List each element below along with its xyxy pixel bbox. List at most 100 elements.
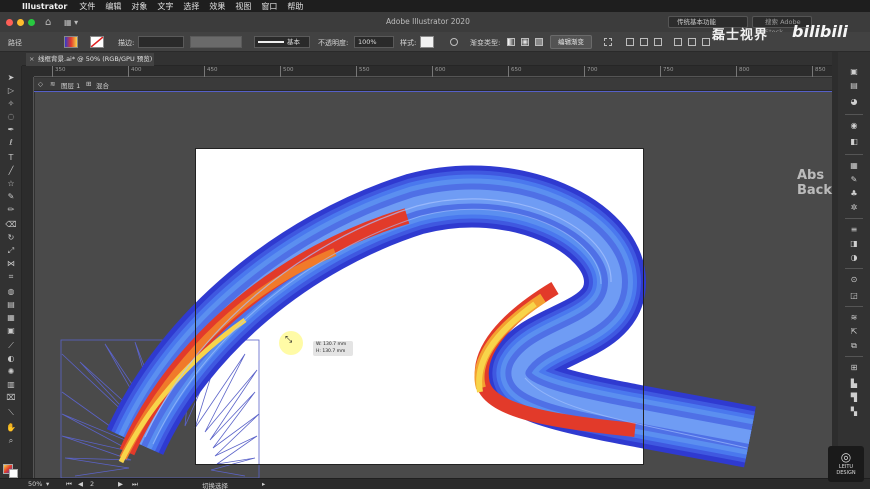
edit-gradient-button[interactable]: 编辑渐变 — [550, 35, 592, 49]
shape-builder-tool-icon[interactable]: ◍ — [5, 286, 17, 297]
stroke-color-icon[interactable] — [9, 469, 18, 478]
menu-select[interactable]: 选择 — [183, 1, 199, 12]
gradient-panel-icon[interactable]: ◧ — [848, 136, 860, 147]
blend-ribbon[interactable] — [106, 165, 756, 468]
scale-tool-icon[interactable]: ⤢ — [5, 245, 17, 256]
paragraph-panel-icon[interactable]: ▜ — [848, 392, 860, 403]
zoom-level[interactable]: 50% — [28, 480, 42, 488]
brushes-panel-icon[interactable]: ✎ — [848, 174, 860, 185]
align-to-icon[interactable] — [604, 38, 612, 46]
next-artboard-icon[interactable]: ▶ — [118, 480, 123, 488]
stroke-panel-icon[interactable]: ≡ — [848, 224, 860, 235]
menu-file[interactable]: 文件 — [79, 1, 95, 12]
line-tool-icon[interactable]: ╱ — [5, 165, 17, 176]
properties-panel-icon[interactable]: ▣ — [848, 66, 860, 77]
isolation-group-crumb[interactable]: 混合 — [96, 80, 109, 90]
paintbrush-tool-icon[interactable]: ✎ — [5, 191, 17, 202]
star-tool-icon[interactable]: ☆ — [5, 178, 17, 189]
slice-tool-icon[interactable]: ⟍ — [5, 407, 17, 418]
menu-effect[interactable]: 效果 — [209, 1, 225, 12]
swatches-panel-icon[interactable]: ▦ — [848, 160, 860, 171]
first-artboard-icon[interactable]: ⏮ — [66, 480, 72, 489]
curvature-tool-icon[interactable]: ℓ — [5, 137, 17, 148]
status-arrow-icon[interactable]: ▸ — [262, 480, 265, 488]
export-panel-icon[interactable]: ⇱ — [848, 326, 860, 337]
perspective-grid-tool-icon[interactable]: ▤ — [5, 299, 17, 310]
align-middle-icon[interactable] — [688, 38, 696, 46]
menu-help[interactable]: 帮助 — [287, 1, 303, 12]
artboard-tool-icon[interactable]: ⌧ — [5, 392, 17, 403]
prev-artboard-icon[interactable]: ◀ — [78, 480, 83, 488]
eraser-tool-icon[interactable]: ⌫ — [5, 219, 17, 230]
artboard-number[interactable]: 2 — [90, 480, 94, 488]
menu-window[interactable]: 窗口 — [261, 1, 277, 12]
status-text[interactable]: 切换选择 — [202, 480, 228, 489]
menu-edit[interactable]: 编辑 — [105, 1, 121, 12]
menu-view[interactable]: 视图 — [235, 1, 251, 12]
opentype-panel-icon[interactable]: ▚ — [848, 406, 860, 417]
back-arrow-icon[interactable]: ◇ — [38, 80, 43, 88]
character-panel-icon[interactable]: ▙ — [848, 378, 860, 389]
gradient-tool-icon[interactable]: ▣ — [5, 325, 17, 336]
graphic-style-swatch[interactable] — [420, 36, 434, 48]
hand-tool-icon[interactable]: ✋ — [5, 422, 17, 433]
last-artboard-icon[interactable]: ⏭ — [132, 480, 138, 489]
stroke-weight-field[interactable] — [138, 36, 184, 48]
lasso-tool-icon[interactable]: ◌ — [5, 111, 17, 122]
panel-dock-divider[interactable] — [832, 52, 838, 478]
selection-tool-icon[interactable]: ➤ — [5, 72, 17, 83]
graphic-styles-icon[interactable]: ✲ — [848, 202, 860, 213]
zoom-window-button[interactable] — [28, 18, 35, 26]
fill-stroke-indicator[interactable] — [3, 464, 19, 478]
layers-panel-icon[interactable]: ≋ — [848, 312, 860, 323]
align-left-icon[interactable] — [626, 38, 634, 46]
type-tool-icon[interactable]: T — [5, 152, 17, 163]
opacity-field[interactable]: 100% — [354, 36, 394, 48]
fill-swatch[interactable] — [64, 36, 78, 48]
artwork-layer[interactable] — [35, 92, 832, 478]
blend-tool-icon[interactable]: ◐ — [5, 353, 17, 364]
arrange-documents-icon[interactable]: ▦ ▾ — [64, 18, 78, 27]
align-panel-icon[interactable]: ⊙ — [848, 274, 860, 285]
align-top-icon[interactable] — [674, 38, 682, 46]
width-tool-icon[interactable]: ⋈ — [5, 258, 17, 269]
free-transform-tool-icon[interactable]: ⌗ — [5, 271, 17, 282]
eyedropper-tool-icon[interactable]: ⟋ — [5, 340, 17, 351]
align-right-icon[interactable] — [654, 38, 662, 46]
mesh-tool-icon[interactable]: ▦ — [5, 312, 17, 323]
pen-tool-icon[interactable]: ✒ — [5, 124, 17, 135]
zoom-tool-icon[interactable]: ⌕ — [5, 435, 17, 446]
document-canvas[interactable]: ⤡ W: 130.7 mm H: 130.7 mm — [35, 92, 832, 478]
stroke-swatch[interactable] — [90, 36, 104, 48]
zoom-dropdown-icon[interactable]: ▾ — [46, 480, 49, 488]
variable-width-profile[interactable] — [190, 36, 242, 48]
pathfinder-panel-icon[interactable]: ◲ — [848, 290, 860, 301]
vertical-ruler[interactable] — [22, 77, 34, 478]
document-tab[interactable]: × 线框背景.ai* @ 50% (RGB/GPU 预览) — [26, 53, 154, 66]
home-icon[interactable]: ⌂ — [45, 17, 56, 28]
freeform-gradient-icon[interactable] — [535, 38, 543, 46]
symbols-panel-icon[interactable]: ♣ — [848, 188, 860, 199]
magic-wand-tool-icon[interactable]: ✧ — [5, 98, 17, 109]
minimize-window-button[interactable] — [17, 18, 24, 26]
column-graph-tool-icon[interactable]: ▥ — [5, 379, 17, 390]
rotate-tool-icon[interactable]: ↻ — [5, 232, 17, 243]
appearance-panel-icon[interactable]: ◑ — [848, 252, 860, 263]
align-bottom-icon[interactable] — [702, 38, 710, 46]
menu-object[interactable]: 对象 — [131, 1, 147, 12]
transparency-panel-icon[interactable]: ◨ — [848, 238, 860, 249]
ruler-origin[interactable] — [22, 66, 34, 77]
brush-definition-select[interactable]: 基本 — [254, 36, 310, 48]
app-menu[interactable]: Illustrator — [22, 2, 67, 11]
symbol-sprayer-tool-icon[interactable]: ✺ — [5, 366, 17, 377]
radial-gradient-icon[interactable] — [521, 38, 529, 46]
isolation-layer-crumb[interactable]: 图层 1 — [61, 80, 80, 90]
direct-selection-tool-icon[interactable]: ▷ — [5, 85, 17, 96]
linear-gradient-icon[interactable] — [507, 38, 515, 46]
pencil-tool-icon[interactable]: ✏ — [5, 204, 17, 215]
horizontal-ruler[interactable]: 350 400 450 500 550 600 650 700 750 800 … — [34, 66, 832, 77]
transform-panel-icon[interactable]: ⊞ — [848, 362, 860, 373]
color-guide-icon[interactable]: ◉ — [848, 120, 860, 131]
close-tab-icon[interactable]: × — [29, 53, 34, 66]
menu-type[interactable]: 文字 — [157, 1, 173, 12]
